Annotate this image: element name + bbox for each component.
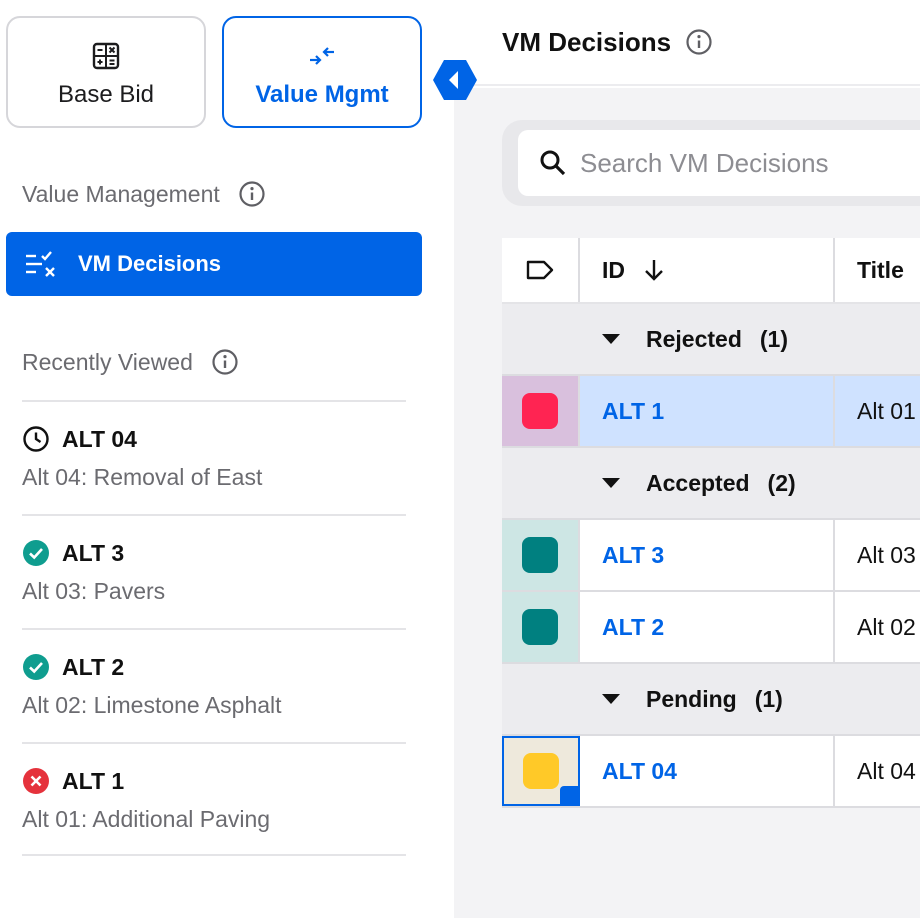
sidebar-item-vm-decisions[interactable]: VM Decisions <box>6 232 422 296</box>
calculator-icon <box>92 42 120 70</box>
decisions-table: ID Title Rejected (1) ALT 1 Alt 01 Accep… <box>502 238 920 808</box>
main-header: VM Decisions <box>454 0 920 86</box>
tag-cell[interactable] <box>502 736 580 806</box>
table-row[interactable]: ALT 3 Alt 03 <box>502 520 920 592</box>
group-count: (1) <box>754 685 783 712</box>
recently-viewed-heading: Recently Viewed <box>22 348 239 376</box>
group-label: Rejected <box>646 325 742 352</box>
value-management-heading: Value Management <box>22 180 266 208</box>
recent-item-id: ALT 04 <box>62 425 137 452</box>
title-cell: Alt 03 <box>857 541 916 568</box>
check-circle-icon <box>23 540 49 566</box>
id-link[interactable]: ALT 3 <box>580 520 835 590</box>
group-row-rejected[interactable]: Rejected (1) <box>502 304 920 376</box>
recent-item-id: ALT 2 <box>62 653 125 680</box>
id-column-header[interactable]: ID <box>580 238 835 302</box>
search-icon <box>540 150 566 176</box>
recent-item-id: ALT 1 <box>62 767 125 794</box>
tag-cell[interactable] <box>502 592 580 662</box>
group-row-accepted[interactable]: Accepted (2) <box>502 448 920 520</box>
status-color-chip <box>523 753 559 789</box>
checklist-icon <box>26 251 55 277</box>
sidebar: Base Bid Value Mgmt Value Management VM … <box>0 0 454 918</box>
info-icon[interactable] <box>685 28 713 56</box>
id-link[interactable]: ALT 04 <box>580 736 835 806</box>
search-box <box>518 130 920 196</box>
caret-down-icon <box>602 334 620 344</box>
main-content: ID Title Rejected (1) <box>454 88 920 918</box>
id-link[interactable]: ALT 1 <box>580 376 835 446</box>
clock-icon <box>23 426 49 452</box>
base-bid-label: Base Bid <box>57 81 155 108</box>
caret-down-icon <box>602 694 620 704</box>
status-color-chip <box>522 609 558 645</box>
recent-item-subtitle: Alt 04: Removal of East <box>22 464 263 490</box>
table-header: ID Title <box>502 238 920 304</box>
recently-viewed-label: Recently Viewed <box>22 348 193 375</box>
title-cell: Alt 02 <box>857 613 916 640</box>
check-circle-icon <box>23 654 49 680</box>
table-row[interactable]: ALT 1 Alt 01 <box>502 376 920 448</box>
caret-down-icon <box>602 478 620 488</box>
recent-item-alt-04[interactable]: ALT 04 Alt 04: Removal of East <box>22 400 406 514</box>
value-mgmt-label: Value Mgmt <box>255 81 389 108</box>
fill-handle[interactable] <box>560 786 578 804</box>
recent-item-alt-3[interactable]: ALT 3 Alt 03: Pavers <box>22 514 406 628</box>
title-column-label: Title <box>857 256 904 283</box>
tag-cell[interactable] <box>502 520 580 590</box>
recent-item-subtitle: Alt 03: Pavers <box>22 578 166 604</box>
recent-item-alt-1[interactable]: ALT 1 Alt 01: Additional Paving <box>22 742 406 856</box>
recently-viewed-list: ALT 04 Alt 04: Removal of East ALT 3 Alt… <box>22 400 406 856</box>
group-count: (2) <box>767 469 796 496</box>
id-link[interactable]: ALT 2 <box>580 592 835 662</box>
recent-item-alt-2[interactable]: ALT 2 Alt 02: Limestone Asphalt <box>22 628 406 742</box>
group-count: (1) <box>759 325 788 352</box>
table-row[interactable]: ALT 2 Alt 02 <box>502 592 920 664</box>
status-color-chip <box>522 537 558 573</box>
search-input[interactable] <box>580 147 900 179</box>
table-row[interactable]: ALT 04 Alt 04 <box>502 736 920 808</box>
title-column-header[interactable]: Title <box>835 238 920 302</box>
x-circle-icon <box>23 768 49 794</box>
info-icon[interactable] <box>211 348 239 376</box>
arrows-converge-icon <box>310 47 334 65</box>
sidebar-item-label: VM Decisions <box>78 251 222 276</box>
search-container <box>502 120 920 206</box>
title-cell: Alt 04 <box>857 757 916 784</box>
page-title: VM Decisions <box>502 26 672 57</box>
tag-icon <box>526 260 554 280</box>
app-root: Base Bid Value Mgmt Value Management VM … <box>0 0 920 918</box>
collapse-sidebar-button[interactable] <box>432 58 478 102</box>
group-label: Accepted <box>646 469 750 496</box>
sort-down-icon[interactable] <box>641 257 667 283</box>
group-label: Pending <box>646 685 737 712</box>
value-mgmt-button[interactable]: Value Mgmt <box>222 16 422 128</box>
recent-item-subtitle: Alt 01: Additional Paving <box>22 806 271 832</box>
recent-item-id: ALT 3 <box>62 539 125 566</box>
tag-column-header[interactable] <box>502 238 580 302</box>
group-row-pending[interactable]: Pending (1) <box>502 664 920 736</box>
tag-cell[interactable] <box>502 376 580 446</box>
value-management-label: Value Management <box>22 180 220 207</box>
base-bid-button[interactable]: Base Bid <box>6 16 206 128</box>
id-column-label: ID <box>602 256 625 283</box>
recent-item-subtitle: Alt 02: Limestone Asphalt <box>22 692 282 718</box>
status-color-chip <box>522 393 558 429</box>
title-cell: Alt 01 <box>857 397 916 424</box>
info-icon[interactable] <box>238 180 266 208</box>
